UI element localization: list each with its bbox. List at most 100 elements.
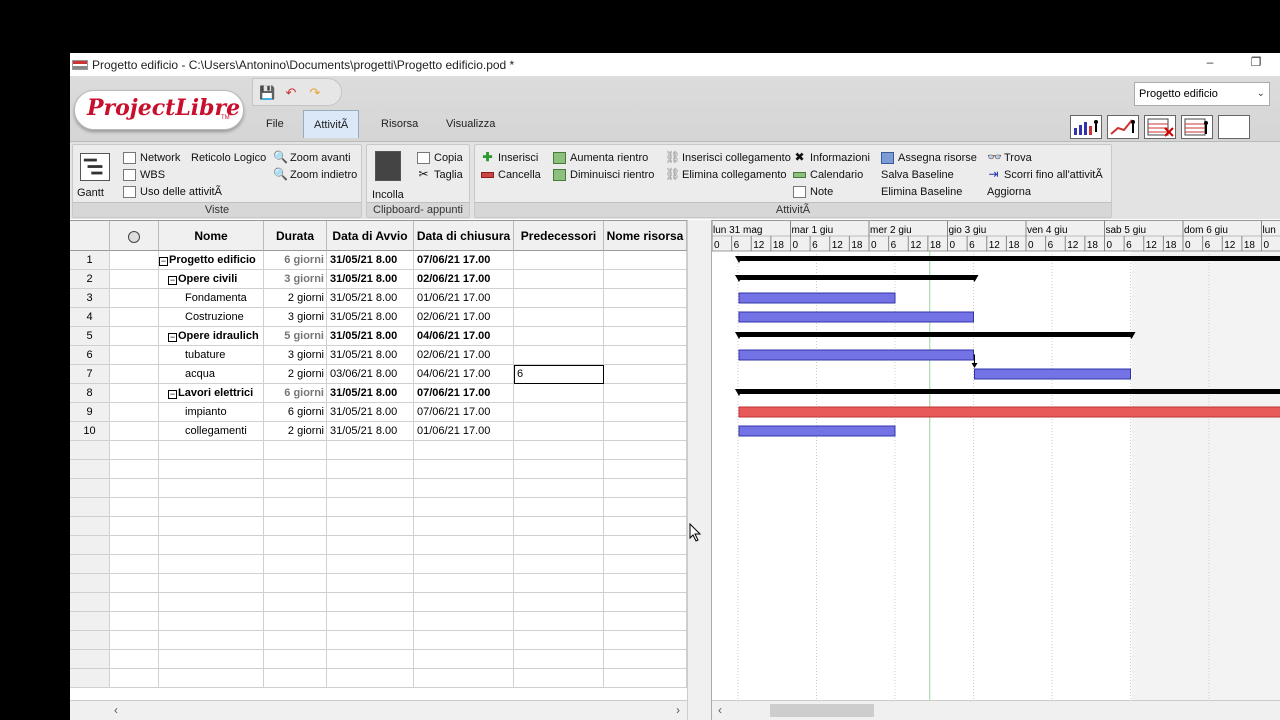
start-cell[interactable]: 31/05/21 8.00 xyxy=(327,403,414,422)
row-id-cell[interactable] xyxy=(70,555,110,574)
table-row[interactable] xyxy=(70,460,687,479)
predecessors-cell[interactable] xyxy=(514,669,604,688)
collapse-icon[interactable]: − xyxy=(159,257,168,266)
name-cell[interactable]: − Lavori elettrici xyxy=(159,384,264,403)
finish-cell[interactable] xyxy=(414,650,514,669)
copy-button[interactable]: Copia xyxy=(417,150,463,166)
insert-button[interactable]: ✚ Inserisci xyxy=(481,150,538,166)
blank-view-button[interactable] xyxy=(1218,115,1250,139)
undo-icon[interactable]: ↶ xyxy=(283,86,299,100)
finish-cell[interactable]: 07/06/21 17.00 xyxy=(414,403,514,422)
info-cell[interactable] xyxy=(110,650,159,669)
table-hscrollbar[interactable]: ‹ › xyxy=(70,700,687,720)
row-id-cell[interactable] xyxy=(70,574,110,593)
name-cell[interactable] xyxy=(159,555,264,574)
resource-cell[interactable] xyxy=(604,498,687,517)
table-row[interactable] xyxy=(70,669,687,688)
resource-cell[interactable] xyxy=(604,536,687,555)
predecessors-cell[interactable] xyxy=(514,536,604,555)
finish-cell[interactable] xyxy=(414,479,514,498)
redo-icon[interactable]: ↷ xyxy=(307,86,323,100)
info-cell[interactable] xyxy=(110,403,159,422)
predecessors-cell[interactable] xyxy=(514,270,604,289)
predecessors-cell[interactable] xyxy=(514,555,604,574)
duration-cell[interactable] xyxy=(264,536,327,555)
resource-cell[interactable] xyxy=(604,517,687,536)
start-cell[interactable]: 03/06/21 8.00 xyxy=(327,365,414,384)
name-cell[interactable] xyxy=(159,479,264,498)
split-divider[interactable] xyxy=(687,220,712,720)
predecessors-cell[interactable] xyxy=(514,498,604,517)
table-row[interactable] xyxy=(70,479,687,498)
col-header-id[interactable] xyxy=(70,221,110,251)
finish-cell[interactable]: 01/06/21 17.00 xyxy=(414,289,514,308)
name-cell[interactable]: acqua xyxy=(159,365,264,384)
resource-cell[interactable] xyxy=(604,270,687,289)
zoom-in-button[interactable]: 🔍 Zoom avanti xyxy=(273,150,351,166)
row-id-cell[interactable] xyxy=(70,517,110,536)
finish-cell[interactable]: 07/06/21 17.00 xyxy=(414,251,514,270)
start-cell[interactable] xyxy=(327,536,414,555)
info-cell[interactable] xyxy=(110,365,159,384)
predecessors-cell[interactable] xyxy=(514,289,604,308)
chart-view-icon[interactable] xyxy=(1107,115,1139,139)
duration-cell[interactable]: 2 giorni xyxy=(264,422,327,441)
predecessors-cell[interactable] xyxy=(514,631,604,650)
col-header-predecessors[interactable]: Predecessori xyxy=(514,221,604,251)
minimize-button[interactable]: – xyxy=(1196,55,1224,73)
start-cell[interactable] xyxy=(327,498,414,517)
info-cell[interactable] xyxy=(110,593,159,612)
finish-cell[interactable] xyxy=(414,631,514,650)
collapse-icon[interactable]: − xyxy=(168,276,177,285)
info-cell[interactable] xyxy=(110,631,159,650)
finish-cell[interactable]: 02/06/21 17.00 xyxy=(414,270,514,289)
start-cell[interactable] xyxy=(327,593,414,612)
resource-cell[interactable] xyxy=(604,346,687,365)
start-cell[interactable] xyxy=(327,555,414,574)
start-cell[interactable] xyxy=(327,441,414,460)
clear-baseline-button[interactable]: Elimina Baseline xyxy=(881,184,962,200)
outdent-button[interactable]: Diminuisci rientro xyxy=(553,167,654,183)
wbs-button[interactable]: WBS xyxy=(123,167,165,183)
project-select[interactable]: Progetto edificio ⌄ xyxy=(1134,82,1270,106)
duration-cell[interactable] xyxy=(264,669,327,688)
start-cell[interactable]: 31/05/21 8.00 xyxy=(327,308,414,327)
name-cell[interactable] xyxy=(159,441,264,460)
resource-cell[interactable] xyxy=(604,479,687,498)
name-cell[interactable] xyxy=(159,612,264,631)
info-button[interactable]: ✖ Informazioni xyxy=(793,150,869,166)
histogram-view-icon[interactable] xyxy=(1070,115,1102,139)
table-row[interactable] xyxy=(70,555,687,574)
tab-risorsa[interactable]: Risorsa xyxy=(371,110,428,138)
name-cell[interactable] xyxy=(159,669,264,688)
duration-cell[interactable] xyxy=(264,612,327,631)
resource-cell[interactable] xyxy=(604,593,687,612)
name-cell[interactable]: Fondamenta xyxy=(159,289,264,308)
finish-cell[interactable] xyxy=(414,460,514,479)
assign-resources-button[interactable]: Assegna risorse xyxy=(881,150,977,166)
collapse-icon[interactable]: − xyxy=(168,333,177,342)
row-id-cell[interactable] xyxy=(70,669,110,688)
row-id-cell[interactable]: 5 xyxy=(70,327,110,346)
info-cell[interactable] xyxy=(110,270,159,289)
duration-cell[interactable] xyxy=(264,574,327,593)
paste-icon[interactable] xyxy=(375,151,401,181)
gantt-scroll-left-icon[interactable]: ‹ xyxy=(718,703,722,717)
gantt-icon[interactable] xyxy=(80,153,110,181)
finish-cell[interactable] xyxy=(414,593,514,612)
start-cell[interactable]: 31/05/21 8.00 xyxy=(327,251,414,270)
resource-cell[interactable] xyxy=(604,669,687,688)
link-button[interactable]: ⛓ Inserisci collegamento xyxy=(665,150,791,166)
duration-cell[interactable]: 3 giorni xyxy=(264,308,327,327)
finish-cell[interactable]: 04/06/21 17.00 xyxy=(414,327,514,346)
predecessors-cell[interactable] xyxy=(514,251,604,270)
cut-button[interactable]: ✂ Taglia xyxy=(417,167,462,183)
duration-cell[interactable] xyxy=(264,441,327,460)
predecessors-cell[interactable] xyxy=(514,346,604,365)
info-cell[interactable] xyxy=(110,479,159,498)
paste-button[interactable]: Incolla xyxy=(372,187,404,203)
name-cell[interactable]: tubature xyxy=(159,346,264,365)
predecessors-cell[interactable] xyxy=(514,308,604,327)
table-row[interactable] xyxy=(70,498,687,517)
row-id-cell[interactable] xyxy=(70,593,110,612)
